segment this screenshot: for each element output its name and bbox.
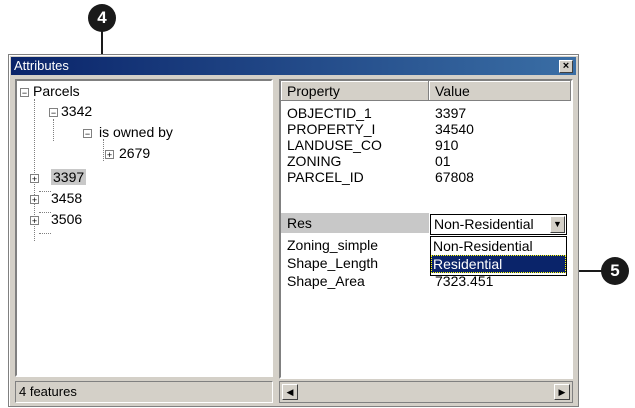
property-name: Res xyxy=(287,215,312,231)
property-name: Shape_Length xyxy=(287,255,379,271)
tree-line xyxy=(39,233,51,234)
column-header-property[interactable]: Property xyxy=(281,81,429,101)
collapse-toggle-relationship[interactable]: − xyxy=(83,129,92,139)
column-header-value-label: Value xyxy=(435,83,470,99)
property-name: OBJECTID_1 xyxy=(287,105,372,121)
dropdown-arrow-button[interactable]: ▼ xyxy=(550,216,565,233)
dropdown-option-residential[interactable]: Residential xyxy=(431,255,566,273)
property-name: ZONING xyxy=(287,153,342,169)
property-value[interactable]: 3397 xyxy=(435,105,466,121)
res-value-dropdown[interactable]: Non-Residential ▼ xyxy=(430,214,567,235)
property-name: PROPERTY_I xyxy=(287,121,376,137)
property-value[interactable]: 01 xyxy=(435,153,451,169)
collapse-icon: − xyxy=(84,129,91,139)
collapse-toggle-3342[interactable]: − xyxy=(49,108,58,118)
chevron-down-icon: ▼ xyxy=(553,219,562,229)
scroll-right-button[interactable]: ▶ xyxy=(554,384,570,400)
property-grid[interactable]: Property Value OBJECTID_1 3397 PROPERTY_… xyxy=(279,79,573,379)
property-value[interactable]: 34540 xyxy=(435,121,474,137)
expand-toggle-3458[interactable]: + xyxy=(30,195,39,205)
dropdown-current-value: Non-Residential xyxy=(434,216,534,232)
status-bar: 4 features xyxy=(15,381,273,403)
dropdown-option-non-residential[interactable]: Non-Residential xyxy=(431,237,566,255)
arrow-right-icon: ▶ xyxy=(558,387,566,397)
tree-node-3342[interactable]: 3342 xyxy=(61,103,92,119)
tree-node-relationship[interactable]: is owned by xyxy=(99,124,173,140)
expand-icon: + xyxy=(31,174,38,184)
property-value[interactable]: 67808 xyxy=(435,169,474,185)
property-name: LANDUSE_CO xyxy=(287,137,382,153)
feature-count: 4 features xyxy=(19,384,77,399)
property-value[interactable]: 910 xyxy=(435,137,458,153)
expand-toggle-2679[interactable]: + xyxy=(105,150,114,160)
tree-node-2679[interactable]: 2679 xyxy=(119,145,150,161)
column-header-property-label: Property xyxy=(287,83,340,99)
expand-toggle-3506[interactable]: + xyxy=(30,216,39,226)
dropdown-list[interactable]: Non-Residential Residential xyxy=(430,236,567,276)
window-titlebar[interactable]: Attributes × xyxy=(11,57,576,75)
close-button[interactable]: × xyxy=(559,60,573,73)
property-name: Zoning_simple xyxy=(287,237,379,253)
callout-5: 5 xyxy=(601,257,629,285)
callout-4-label: 4 xyxy=(97,8,107,27)
close-icon: × xyxy=(562,60,570,72)
collapse-icon: − xyxy=(50,108,57,118)
collapse-toggle-parcels[interactable]: − xyxy=(20,88,29,98)
collapse-icon: − xyxy=(21,88,28,98)
expand-icon: + xyxy=(31,195,38,205)
expand-toggle-3397[interactable]: + xyxy=(30,174,39,184)
arrow-left-icon: ◀ xyxy=(286,387,294,397)
property-name: Shape_Area xyxy=(287,273,365,289)
tree-line xyxy=(39,212,51,213)
callout-4: 4 xyxy=(88,4,116,32)
property-name: PARCEL_ID xyxy=(287,169,364,185)
window-title: Attributes xyxy=(14,58,69,73)
tree-node-3506[interactable]: 3506 xyxy=(51,211,82,227)
feature-tree[interactable]: − Parcels − 3342 − is owned by + 2679 + … xyxy=(15,79,273,377)
expand-icon: + xyxy=(106,150,113,160)
tree-node-3458[interactable]: 3458 xyxy=(51,190,82,206)
column-header-value[interactable]: Value xyxy=(429,81,571,101)
attributes-window: Attributes × − Parcels − 3342 − is owned… xyxy=(8,54,579,407)
expand-icon: + xyxy=(31,216,38,226)
tree-node-3397[interactable]: 3397 xyxy=(51,169,87,185)
tree-line xyxy=(53,119,54,141)
callout-5-label: 5 xyxy=(610,261,620,280)
scroll-left-button[interactable]: ◀ xyxy=(282,384,298,400)
tree-line xyxy=(39,191,51,192)
tree-node-parcels[interactable]: Parcels xyxy=(33,83,80,99)
horizontal-scrollbar[interactable]: ◀ ▶ xyxy=(279,381,573,403)
tree-line xyxy=(103,139,104,161)
